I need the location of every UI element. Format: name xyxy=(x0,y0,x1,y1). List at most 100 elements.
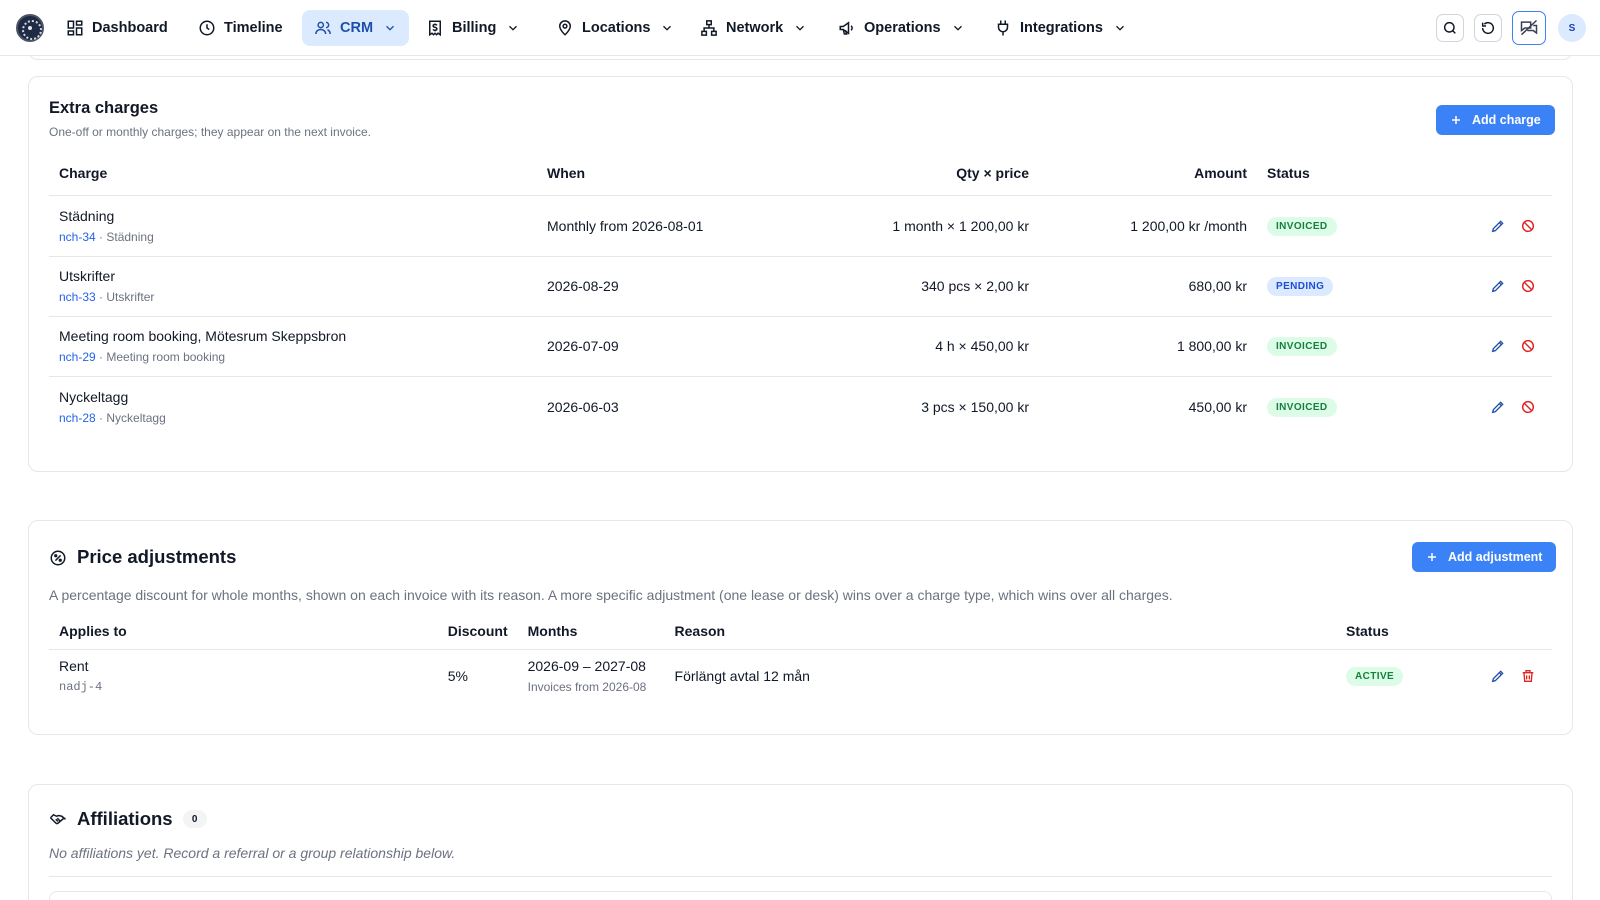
nav-integrations[interactable]: Integrations xyxy=(982,10,1139,46)
charge-amount: 1 200,00 kr /month xyxy=(1039,195,1257,257)
users-icon xyxy=(315,21,331,35)
edit-pencil-icon[interactable] xyxy=(1490,338,1506,354)
charge-qty-price: 4 h × 450,00 kr xyxy=(787,316,1039,377)
price-adjustments-title: Price adjustments xyxy=(77,546,237,567)
user-avatar[interactable]: S xyxy=(1558,14,1586,42)
refresh-icon xyxy=(1481,21,1495,35)
charge-type: Meeting room booking xyxy=(106,350,226,364)
nav-operations[interactable]: Operations xyxy=(826,10,977,46)
megaphone-icon xyxy=(839,21,853,35)
edit-pencil-icon[interactable] xyxy=(1490,399,1506,415)
extra-charges-subtitle: One-off or monthly charges; they appear … xyxy=(49,125,371,139)
affiliation-form-box[interactable] xyxy=(49,891,1552,900)
edit-pencil-icon[interactable] xyxy=(1490,668,1506,684)
logo-icon[interactable] xyxy=(16,14,44,42)
charge-ref-link[interactable]: nch-28 xyxy=(59,411,96,425)
affiliations-title-row: Affiliations 0 xyxy=(77,808,207,830)
table-header-row: Applies to Discount Months Reason Status xyxy=(49,613,1552,650)
affiliations-empty-text: No affiliations yet. Record a referral o… xyxy=(49,845,456,861)
separator: · xyxy=(95,350,107,364)
column-header: Amount xyxy=(1039,151,1257,196)
charge-ref-link[interactable]: nch-33 xyxy=(59,290,96,304)
charge-qty-price: 1 month × 1 200,00 kr xyxy=(787,195,1039,257)
status-badge: INVOICED xyxy=(1267,337,1337,356)
separator: · xyxy=(95,229,107,244)
cancel-circle-icon[interactable] xyxy=(1520,218,1536,234)
edit-pencil-icon[interactable] xyxy=(1490,218,1506,234)
column-header: Discount xyxy=(437,613,518,650)
column-header: Qty × price xyxy=(787,151,1039,196)
edit-pencil-icon[interactable] xyxy=(1490,278,1506,294)
charge-type: Nyckeltagg xyxy=(106,410,166,425)
nav-crm[interactable]: CRM xyxy=(302,10,410,46)
chevron-down-icon xyxy=(663,25,672,31)
table-row[interactable]: Nyckeltagg nch-28 · Nyckeltagg 2026-06-0… xyxy=(49,376,1552,437)
search-button[interactable] xyxy=(1436,14,1464,42)
search-icon xyxy=(1443,21,1456,34)
table-row[interactable]: Utskrifter nch-33 · Utskrifter 2026-08-2… xyxy=(49,256,1552,317)
charge-ref-link[interactable]: nch-29 xyxy=(59,350,96,364)
charge-name: Städning xyxy=(59,207,115,224)
trash-icon[interactable] xyxy=(1520,668,1536,684)
refresh-button[interactable] xyxy=(1474,14,1502,42)
handshake-icon xyxy=(49,813,66,825)
charge-qty-price: 340 pcs × 2,00 kr xyxy=(787,256,1039,317)
status-badge: INVOICED xyxy=(1267,397,1337,417)
table-row[interactable]: Meeting room booking, Mötesrum Skeppsbro… xyxy=(49,316,1552,377)
extra-charges-table: Charge When Qty × price Amount Status St… xyxy=(49,151,1552,437)
column-header: Status xyxy=(1257,151,1417,196)
nav-billing[interactable]: Billing xyxy=(414,10,532,46)
nav-timeline[interactable]: Timeline xyxy=(186,10,295,46)
column-header-actions xyxy=(1445,613,1552,650)
separator: · xyxy=(95,410,107,425)
charge-when: 2026-07-09 xyxy=(537,316,787,377)
table-row[interactable]: Städning nch-34 · Städning Monthly from … xyxy=(49,195,1552,257)
nav-label: Integrations xyxy=(1020,20,1103,36)
nav-label: Locations xyxy=(582,20,651,36)
table-row[interactable]: Rent nadj-4 5% 2026-09 – 2027-08 Invoice… xyxy=(49,649,1552,703)
charge-name: Meeting room booking, Mötesrum Skeppsbro… xyxy=(59,328,347,344)
reason-text: Förlängt avtal 12 mån xyxy=(674,668,810,685)
column-header-actions xyxy=(1417,151,1552,196)
column-header: Applies to xyxy=(49,613,438,650)
charge-amount: 450,00 kr xyxy=(1188,398,1247,415)
plus-icon xyxy=(1452,116,1460,124)
months-note: Invoices from 2026-08 xyxy=(527,680,647,695)
status-badge: ACTIVE xyxy=(1346,667,1404,687)
chevron-down-icon xyxy=(386,25,394,31)
separator: · xyxy=(95,290,107,304)
charge-amount: 680,00 kr xyxy=(1039,256,1257,317)
cancel-circle-icon[interactable] xyxy=(1520,278,1536,294)
charge-when: Monthly from 2026-08-01 xyxy=(537,195,787,257)
nav-label: CRM xyxy=(340,20,374,36)
discount-badge-icon xyxy=(50,550,66,566)
add-charge-button[interactable]: Add charge xyxy=(1436,105,1555,135)
cancel-circle-icon[interactable] xyxy=(1520,399,1536,415)
cancel-circle-icon[interactable] xyxy=(1520,338,1536,354)
charge-type: Utskrifter xyxy=(106,290,155,304)
nav-dashboard[interactable]: Dashboard xyxy=(54,10,180,46)
nav-network[interactable]: Network xyxy=(688,10,819,46)
add-adjustment-button[interactable]: Add adjustment xyxy=(1412,542,1557,572)
network-icon xyxy=(701,20,717,36)
column-header: When xyxy=(537,151,787,196)
discount-value: 5% xyxy=(447,668,468,685)
affiliations-count-badge: 0 xyxy=(182,810,207,828)
charge-ref-link[interactable]: nch-34 xyxy=(59,230,96,244)
charge-qty-price: 3 pcs × 150,00 kr xyxy=(921,398,1029,415)
price-adjustments-card: Price adjustments A percentage discount … xyxy=(28,520,1573,735)
table-header-row: Charge When Qty × price Amount Status xyxy=(49,151,1552,196)
charge-amount: 1 800,00 kr xyxy=(1039,316,1257,377)
divider xyxy=(49,876,1552,877)
feedback-button[interactable] xyxy=(1512,11,1546,45)
charge-type: Städning xyxy=(106,229,154,244)
nav-label: Timeline xyxy=(224,20,283,36)
affiliations-title: Affiliations xyxy=(77,808,173,829)
charge-when: 2026-08-29 xyxy=(537,256,787,317)
plug-icon xyxy=(997,20,1009,36)
receipt-icon xyxy=(429,20,441,37)
chevron-down-icon xyxy=(796,25,805,31)
column-header: Status xyxy=(1336,613,1446,650)
nav-locations[interactable]: Locations xyxy=(544,10,686,46)
status-badge: PENDING xyxy=(1267,277,1334,296)
